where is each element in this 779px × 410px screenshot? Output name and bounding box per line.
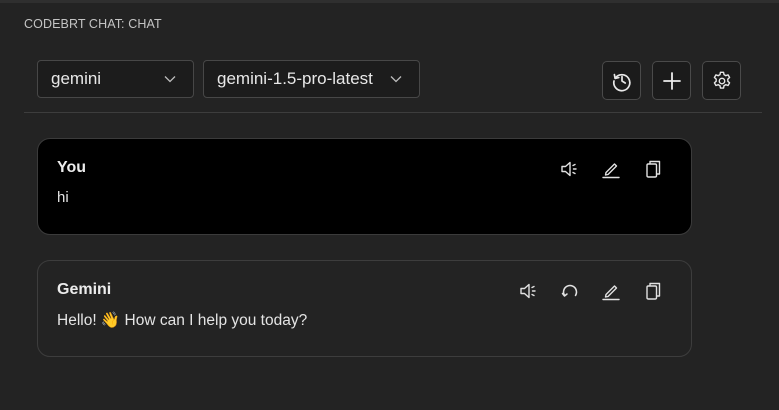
copy-icon[interactable] xyxy=(642,158,664,180)
history-button[interactable] xyxy=(602,61,641,100)
message-assistant: Gemini Hello! 👋 How can I help you today… xyxy=(37,260,692,357)
toolbar-divider xyxy=(24,112,762,113)
window-top-strip xyxy=(0,0,779,3)
model-select[interactable]: gemini-1.5-pro-latest xyxy=(203,60,420,98)
chevron-down-icon xyxy=(163,72,177,86)
message-text: hi xyxy=(57,189,69,206)
message-sender: Gemini xyxy=(57,281,112,298)
history-icon xyxy=(611,70,633,92)
message-text: Hello! 👋 How can I help you today? xyxy=(57,312,308,329)
panel-title: CODEBRT CHAT: CHAT xyxy=(24,17,162,31)
speaker-icon[interactable] xyxy=(518,280,540,302)
chevron-down-icon xyxy=(389,72,403,86)
plus-icon xyxy=(661,70,683,92)
provider-select-value: gemini xyxy=(51,69,102,88)
edit-icon[interactable] xyxy=(600,158,622,180)
speaker-icon[interactable] xyxy=(559,158,581,180)
message-sender: You xyxy=(57,159,87,176)
message-user: You hi xyxy=(37,138,692,235)
gear-icon xyxy=(711,70,733,92)
regenerate-icon[interactable] xyxy=(559,280,581,302)
provider-select[interactable]: gemini xyxy=(37,60,194,98)
copy-icon[interactable] xyxy=(642,280,664,302)
edit-icon[interactable] xyxy=(600,280,622,302)
model-select-value: gemini-1.5-pro-latest xyxy=(217,69,373,88)
new-chat-button[interactable] xyxy=(652,61,691,100)
settings-button[interactable] xyxy=(702,61,741,100)
